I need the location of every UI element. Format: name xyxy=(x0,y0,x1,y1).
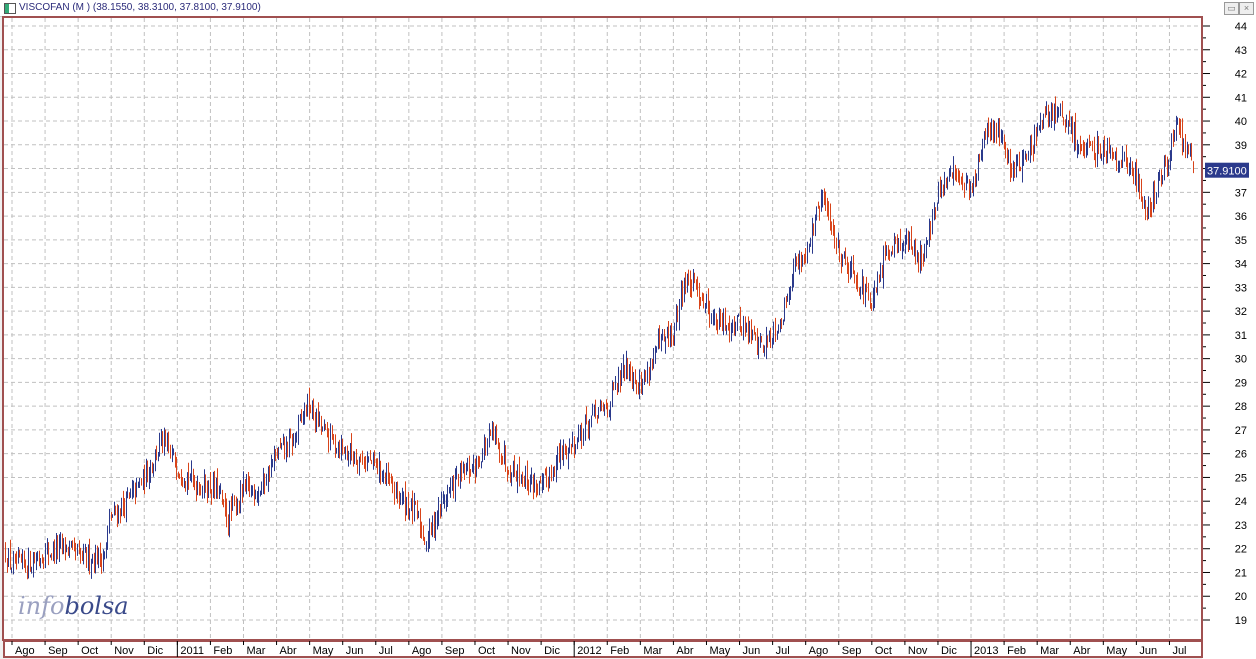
x-tick-label: Sep xyxy=(48,645,68,657)
x-tick-label: Jul xyxy=(379,645,393,657)
y-tick-label: 39 xyxy=(1235,140,1247,152)
x-tick-label: Feb xyxy=(610,645,629,657)
x-tick-label: Feb xyxy=(213,645,232,657)
x-tick-label: Jun xyxy=(1139,645,1157,657)
y-tick-label: 25 xyxy=(1235,472,1247,484)
x-tick-label: Abr xyxy=(280,645,297,657)
price-chart[interactable]: 19 20 21 22 23 24 25 26 27 28 29 30 31 32 33 34 35 36 37 39… xyxy=(0,16,1256,659)
y-tick-label: 28 xyxy=(1235,401,1247,413)
y-tick-label: 42 xyxy=(1235,69,1247,81)
x-tick-label: Dic xyxy=(941,645,957,657)
x-tick-label: Sep xyxy=(842,645,862,657)
x-tick-label: Oct xyxy=(478,645,495,657)
x-tick-label: Jul xyxy=(1172,645,1186,657)
y-tick-label: 40 xyxy=(1235,116,1247,128)
x-tick-label: Ago xyxy=(809,645,829,657)
x-tick-label: Ago xyxy=(412,645,432,657)
x-tick-label: Ago xyxy=(15,645,35,657)
x-tick-label: Mar xyxy=(246,645,265,657)
y-tick-label: 27 xyxy=(1235,425,1247,437)
y-tick-label: 41 xyxy=(1235,92,1247,104)
x-tick-label: Jun xyxy=(346,645,364,657)
y-tick-label: 26 xyxy=(1235,449,1247,461)
y-tick-label: 35 xyxy=(1235,235,1247,247)
x-tick-label: May xyxy=(1106,645,1127,657)
y-tick-label: 22 xyxy=(1235,544,1247,556)
window-titlebar: VISCOFAN (M ) (38.1550, 38.3100, 37.8100… xyxy=(0,0,1256,17)
y-tick-label: 32 xyxy=(1235,306,1247,318)
x-tick-label: Abr xyxy=(1073,645,1090,657)
x-tick-label: 2013 xyxy=(974,645,998,657)
close-icon[interactable]: × xyxy=(1239,2,1254,15)
y-tick-label: 36 xyxy=(1235,211,1247,223)
y-tick-label: 31 xyxy=(1235,330,1247,342)
restore-icon[interactable]: ▭ xyxy=(1224,2,1239,15)
y-tick-label: 33 xyxy=(1235,282,1247,294)
plot-area xyxy=(4,18,1202,640)
x-tick-label: Abr xyxy=(676,645,693,657)
x-tick-label: Nov xyxy=(511,645,531,657)
x-tick-label: Sep xyxy=(445,645,465,657)
y-tick-label: 20 xyxy=(1235,591,1247,603)
y-tick-label: 44 xyxy=(1235,21,1247,33)
x-tick-label: Dic xyxy=(544,645,560,657)
y-tick-label: 23 xyxy=(1235,520,1247,532)
last-price-label: 37.9100 xyxy=(1207,166,1247,178)
x-tick-label: Feb xyxy=(1007,645,1026,657)
x-tick-label: Dic xyxy=(147,645,163,657)
window-title: VISCOFAN (M ) (38.1550, 38.3100, 37.8100… xyxy=(19,2,261,13)
y-tick-label: 29 xyxy=(1235,377,1247,389)
y-tick-label: 34 xyxy=(1235,259,1247,271)
y-tick-label: 37 xyxy=(1235,187,1247,199)
x-tick-label: Nov xyxy=(908,645,928,657)
y-tick-label: 43 xyxy=(1235,45,1247,57)
x-tick-label: Jun xyxy=(743,645,761,657)
x-tick-label: Mar xyxy=(1040,645,1059,657)
y-tick-label: 24 xyxy=(1235,496,1247,508)
y-axis-panel xyxy=(1202,16,1256,659)
y-tick-label: 21 xyxy=(1235,567,1247,579)
x-tick-label: Oct xyxy=(875,645,892,657)
x-tick-label: 2011 xyxy=(180,645,204,657)
y-tick-label: 19 xyxy=(1235,615,1247,627)
x-tick-label: Oct xyxy=(81,645,98,657)
x-tick-label: May xyxy=(709,645,730,657)
x-tick-label: Mar xyxy=(643,645,662,657)
x-tick-label: 2012 xyxy=(577,645,601,657)
x-tick-label: Jul xyxy=(776,645,790,657)
chart-window-icon xyxy=(4,3,16,14)
infobolsa-logo: infobolsa xyxy=(18,592,129,620)
y-tick-label: 30 xyxy=(1235,354,1247,366)
x-tick-label: May xyxy=(313,645,334,657)
x-tick-label: Nov xyxy=(114,645,134,657)
